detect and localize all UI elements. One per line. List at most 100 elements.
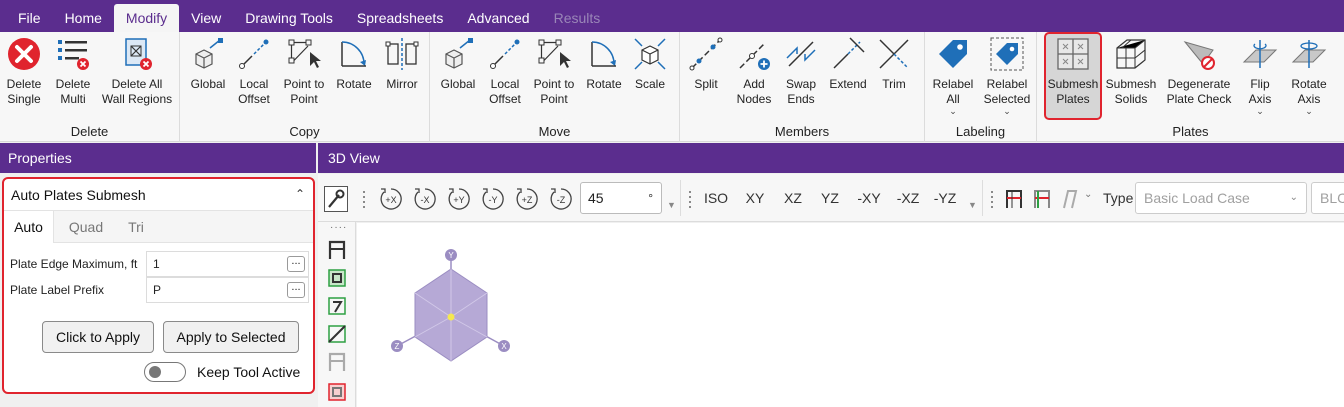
rotate-arc-icon: [591, 41, 616, 67]
point-to-point-icon: [538, 39, 571, 68]
plate-red-icon[interactable]: [327, 382, 347, 402]
wrench-icon[interactable]: [324, 186, 348, 212]
rotate-plus-y-button[interactable]: +Y: [446, 186, 472, 212]
view-cube-center: [447, 313, 455, 321]
point-to-point-icon: [288, 39, 321, 68]
menu-tab-modify[interactable]: Modify: [113, 4, 180, 32]
view-iso-button[interactable]: ISO: [700, 184, 732, 212]
add-nodes-button[interactable]: Add Nodes: [728, 36, 780, 116]
tab-auto[interactable]: Auto: [4, 211, 54, 243]
plate-render-icon[interactable]: [327, 240, 347, 260]
view-minus-xy-button[interactable]: -XY: [852, 184, 886, 212]
plate-outline-icon[interactable]: [327, 296, 347, 316]
rotate-minus-x-button[interactable]: -X: [412, 186, 438, 212]
scale-cube-icon: [634, 38, 666, 70]
swap-ends-button[interactable]: Swap Ends: [775, 36, 827, 116]
load-display-icon[interactable]: [1004, 188, 1024, 210]
extend-member-icon: [833, 37, 865, 69]
group-title-plates: Plates: [1172, 124, 1209, 139]
chevron-down-icon[interactable]: ▼: [667, 200, 676, 210]
relabel-selected-button[interactable]: Relabel Selected ⌄: [981, 36, 1033, 116]
move-point-to-point-button[interactable]: Point to Point: [528, 36, 580, 116]
plate-edge-label: Plate Edge Maximum, ft: [10, 257, 138, 271]
rotate-axis-button[interactable]: Rotate Axis ⌄: [1283, 36, 1335, 116]
3d-canvas[interactable]: Y Z X: [357, 223, 1344, 407]
rotation-label: -X: [421, 195, 430, 205]
rotate-plus-y-icon: +Y: [448, 188, 470, 210]
group-title-delete: Delete: [70, 124, 109, 139]
menu-tab-file[interactable]: File: [6, 4, 53, 32]
split-button[interactable]: Split: [680, 36, 732, 116]
move-scale-button[interactable]: Scale: [624, 36, 676, 116]
plate-hidden-icon[interactable]: [327, 324, 347, 344]
move-rotate-button[interactable]: Rotate: [578, 36, 630, 116]
toolbar-grip-icon: ····: [330, 222, 348, 233]
degenerate-plate-icon: [1183, 41, 1215, 70]
load-display-italic-icon[interactable]: [1060, 188, 1078, 210]
copy-local-offset-button[interactable]: Local Offset: [228, 36, 280, 116]
plate-gray-icon[interactable]: [327, 352, 347, 372]
menu-tab-advanced[interactable]: Advanced: [455, 4, 541, 32]
rotate-plus-z-button[interactable]: +Z: [514, 186, 540, 212]
delete-multi-button[interactable]: Delete Multi: [47, 36, 99, 116]
view-minus-yz-button[interactable]: -YZ: [928, 184, 962, 212]
ellipsis-button[interactable]: ...: [287, 282, 305, 298]
local-offset-icon: [239, 39, 269, 69]
rotate-plus-x-button[interactable]: +X: [378, 186, 404, 212]
view-minus-xz-button[interactable]: -XZ: [891, 184, 925, 212]
menu-tab-view[interactable]: View: [179, 4, 233, 32]
chevron-down-icon[interactable]: ▼: [968, 200, 977, 210]
copy-mirror-button[interactable]: Mirror: [376, 36, 428, 116]
menu-tab-home[interactable]: Home: [53, 4, 114, 32]
view-cube-gizmo[interactable]: Y Z X: [357, 223, 1344, 407]
wall-region-delete-icon: [125, 38, 152, 70]
apply-to-selected-button[interactable]: Apply to Selected: [163, 321, 299, 353]
click-to-apply-button[interactable]: Click to Apply: [42, 321, 154, 353]
menu-tab-drawing-tools[interactable]: Drawing Tools: [233, 4, 345, 32]
plate-edge-value: 1: [153, 257, 160, 271]
delete-all-wall-regions-button[interactable]: Delete All Wall Regions: [100, 36, 174, 116]
keep-tool-active-toggle[interactable]: [144, 362, 186, 382]
chevron-down-icon: ⌄: [949, 106, 957, 116]
degenerate-plate-check-button[interactable]: Degenerate Plate Check: [1163, 36, 1235, 116]
tab-tri[interactable]: Tri: [116, 211, 156, 243]
submesh-plates-button[interactable]: Submesh Plates: [1044, 32, 1102, 120]
blc-select[interactable]: BLC: [1311, 182, 1344, 214]
rotate-minus-y-button[interactable]: -Y: [480, 186, 506, 212]
move-global-button[interactable]: Global: [432, 36, 484, 116]
type-label: Type: [1103, 190, 1134, 206]
view-header: 3D View: [318, 143, 1344, 173]
ribbon-group-move: Global Local Offset Point to Point Rotat…: [430, 32, 680, 142]
cube-copy-icon: [195, 38, 223, 69]
move-local-offset-button[interactable]: Local Offset: [479, 36, 531, 116]
load-display-green-icon[interactable]: [1032, 188, 1052, 210]
chevron-down-icon[interactable]: ⌄: [1084, 189, 1092, 200]
rotate-minus-z-button[interactable]: -Z: [548, 186, 574, 212]
copy-global-button[interactable]: Global: [182, 36, 234, 116]
view-yz-button[interactable]: YZ: [816, 184, 844, 212]
rotation-angle-input[interactable]: 45 °: [580, 182, 662, 214]
group-title-labeling: Labeling: [955, 124, 1006, 139]
rotate-axis-icon: [1291, 40, 1327, 68]
chevron-down-icon: ⌄: [1289, 192, 1298, 203]
copy-rotate-button[interactable]: Rotate: [328, 36, 380, 116]
menu-tab-spreadsheets[interactable]: Spreadsheets: [345, 4, 455, 32]
submesh-solids-button[interactable]: Submesh Solids: [1105, 36, 1157, 116]
delete-single-button[interactable]: Delete Single: [0, 36, 50, 116]
plate-fill-icon[interactable]: [327, 268, 347, 288]
chevron-up-icon[interactable]: ⌃: [295, 187, 305, 201]
flip-axis-button[interactable]: Flip Axis ⌄: [1234, 36, 1286, 116]
relabel-all-button[interactable]: Relabel All ⌄: [927, 36, 979, 116]
copy-point-to-point-button[interactable]: Point to Point: [278, 36, 330, 116]
ellipsis-button[interactable]: ...: [287, 256, 305, 272]
plate-edge-field[interactable]: 1 ...: [146, 251, 309, 277]
load-type-select[interactable]: Basic Load Case ⌄: [1135, 182, 1307, 214]
view-xz-button[interactable]: XZ: [779, 184, 807, 212]
group-title-members: Members: [774, 124, 830, 139]
extend-button[interactable]: Extend: [822, 36, 874, 116]
plate-prefix-field[interactable]: P ...: [146, 277, 309, 303]
toolbar-grip-icon: [991, 191, 993, 208]
trim-button[interactable]: Trim: [868, 36, 920, 116]
tab-quad[interactable]: Quad: [60, 211, 112, 243]
view-xy-button[interactable]: XY: [741, 184, 769, 212]
